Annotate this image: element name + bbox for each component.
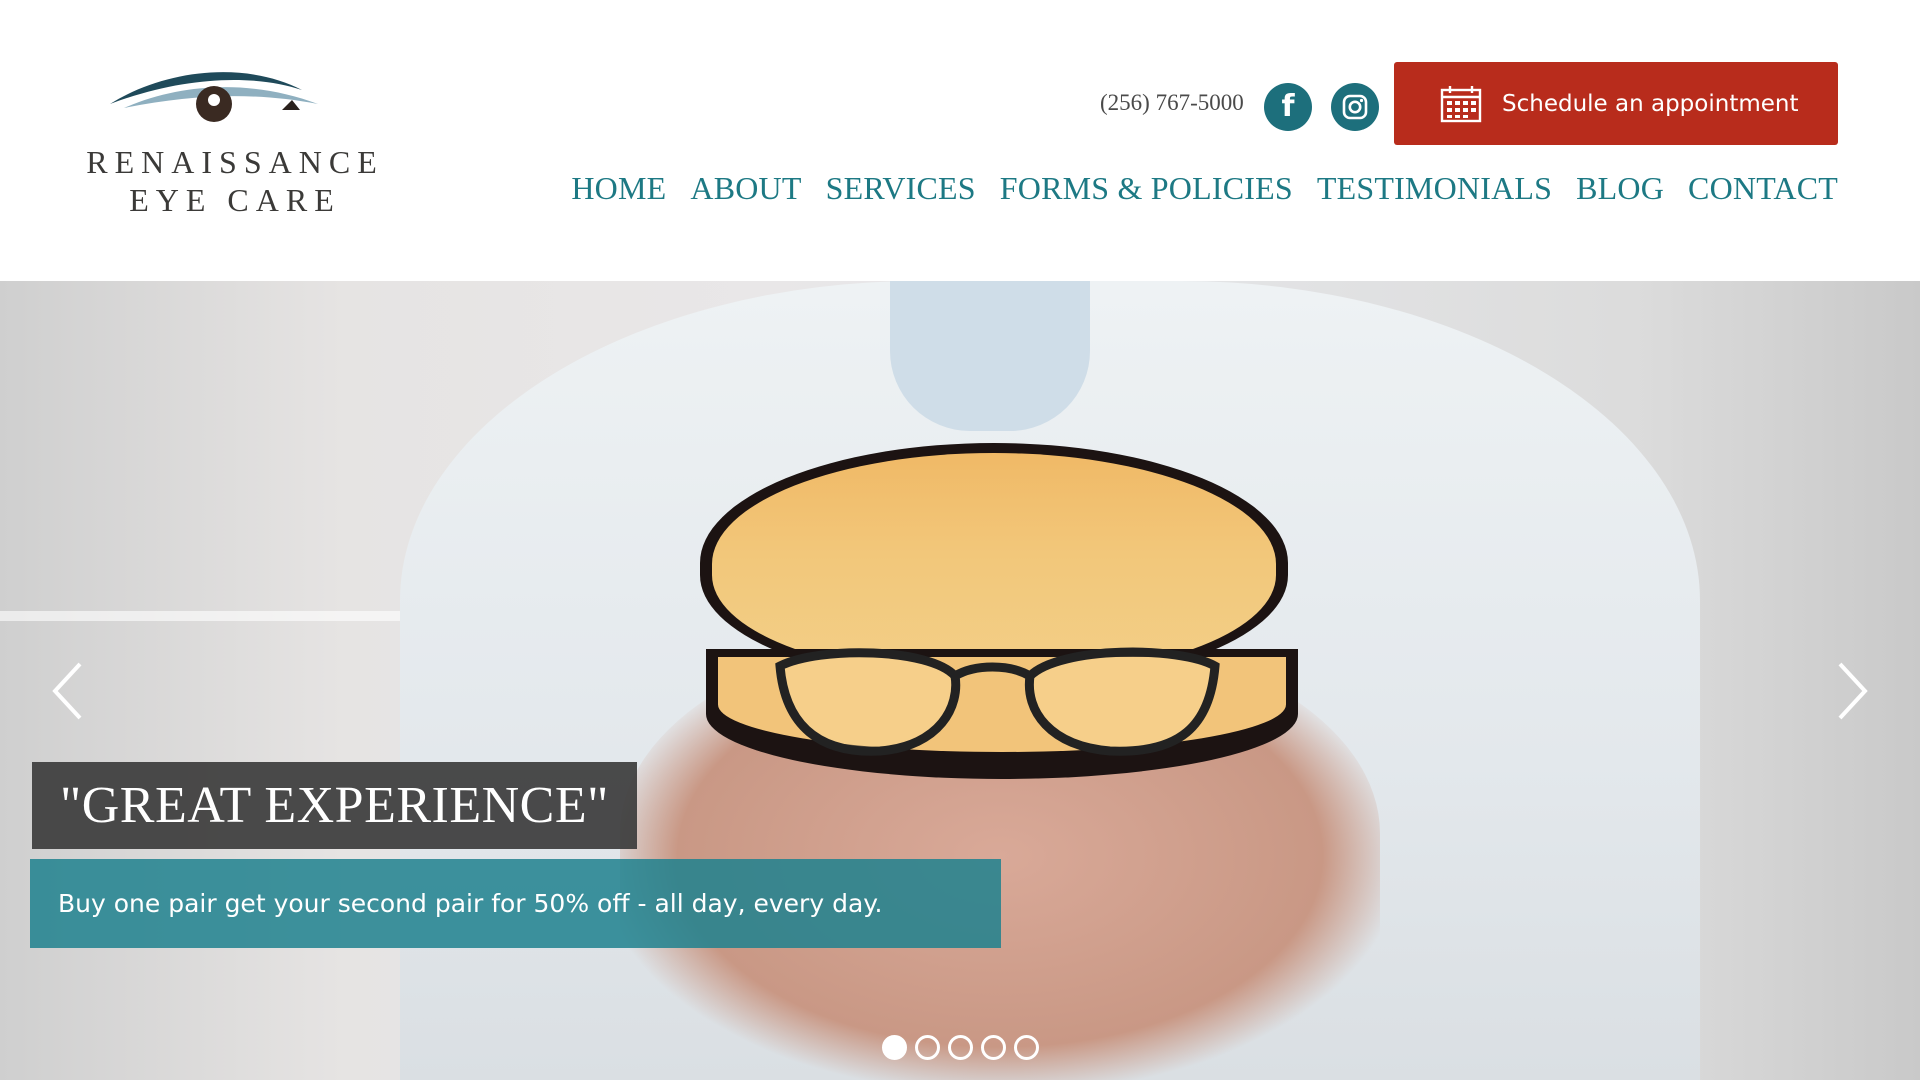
nav-forms-policies[interactable]: FORMS & POLICIES: [1000, 170, 1293, 207]
slide-dot-4[interactable]: [981, 1035, 1006, 1060]
schedule-appointment-label: Schedule an appointment: [1502, 90, 1799, 117]
eye-logo-icon: [110, 72, 318, 122]
slide-caption-title: "GREAT EXPERIENCE": [32, 762, 637, 849]
main-nav: HOME ABOUT SERVICES FORMS & POLICIES TES…: [571, 170, 1838, 207]
doctor-shirt-image: [890, 281, 1090, 431]
logo-line-1: RENAISSANCE: [86, 144, 384, 180]
nav-home[interactable]: HOME: [571, 170, 666, 207]
facebook-icon[interactable]: f: [1264, 83, 1312, 131]
phone-number[interactable]: (256) 767-5000: [1100, 90, 1244, 116]
nav-blog[interactable]: BLOG: [1576, 170, 1664, 207]
nav-about[interactable]: ABOUT: [690, 170, 801, 207]
nav-contact[interactable]: CONTACT: [1688, 170, 1838, 207]
schedule-appointment-button[interactable]: Schedule an appointment: [1394, 62, 1838, 145]
slide-dot-2[interactable]: [915, 1035, 940, 1060]
slide-caption-text: Buy one pair get your second pair for 50…: [30, 859, 1001, 948]
site-logo[interactable]: RENAISSANCE EYE CARE: [80, 52, 390, 227]
slide-dot-3[interactable]: [948, 1035, 973, 1060]
nav-services[interactable]: SERVICES: [826, 170, 976, 207]
hero-slider: "GREAT EXPERIENCE" Buy one pair get your…: [0, 281, 1920, 1080]
calendar-icon: [1440, 85, 1482, 122]
slide-indicators: [882, 1035, 1039, 1060]
slide-dot-5[interactable]: [1014, 1035, 1039, 1060]
nav-testimonials[interactable]: TESTIMONIALS: [1317, 170, 1552, 207]
logo-line-2: EYE CARE: [129, 182, 341, 218]
previous-slide-arrow-icon[interactable]: [50, 661, 84, 721]
slide-dot-1[interactable]: [882, 1035, 907, 1060]
instagram-icon[interactable]: [1331, 83, 1379, 131]
background-shelf: [0, 611, 420, 621]
site-header: RENAISSANCE EYE CARE (256) 767-5000 f Sc…: [0, 0, 1920, 281]
eyeglasses-image: [775, 647, 1220, 756]
next-slide-arrow-icon[interactable]: [1836, 661, 1870, 721]
